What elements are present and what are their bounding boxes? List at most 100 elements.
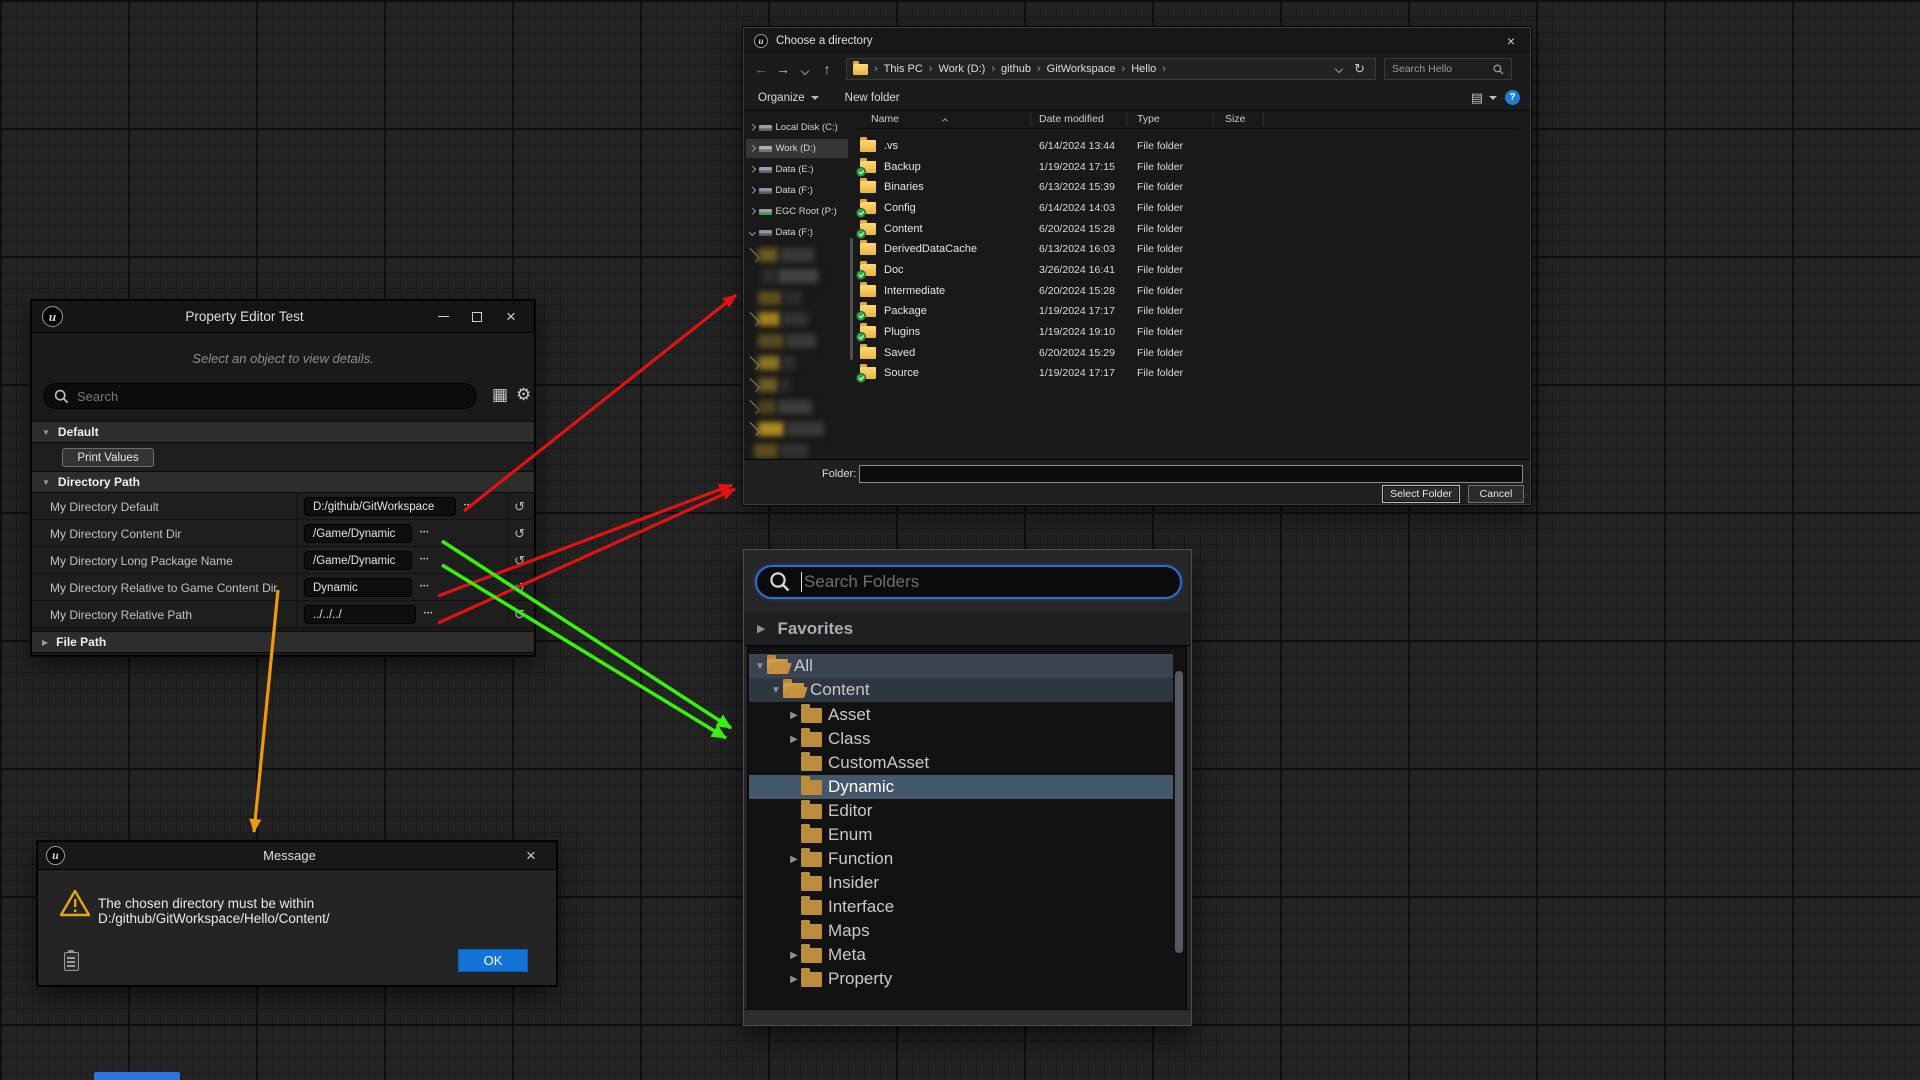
file-row[interactable]: Doc 3/26/2024 16:41 File folder	[857, 261, 1519, 280]
file-row[interactable]: Backup 1/19/2024 17:15 File folder	[857, 158, 1519, 177]
resize-grip[interactable]: ⋰	[1520, 493, 1528, 502]
forward-icon[interactable]: →	[772, 61, 794, 77]
file-row[interactable]: Saved 6/20/2024 15:29 File folder	[857, 344, 1519, 363]
property-value-field[interactable]: /Game/Dynamic	[304, 551, 412, 570]
tree-item-property[interactable]: ▶ Property	[749, 967, 1173, 991]
tree-item-all[interactable]: ▼ All	[749, 654, 1173, 678]
sidebar-item-data-e[interactable]: Data (E:)	[746, 160, 848, 179]
tree-scrollbar[interactable]	[1175, 671, 1183, 953]
redacted-folder-item[interactable]	[750, 376, 846, 394]
column-header-type[interactable]: Type	[1137, 113, 1160, 125]
sidebar-scrollbar[interactable]	[850, 238, 853, 360]
up-icon[interactable]: ↑	[816, 61, 838, 77]
section-header-directory-path[interactable]: ▼ Directory Path	[32, 471, 534, 493]
display-filter-icon[interactable]: ▦	[492, 385, 508, 405]
tree-item-insider[interactable]: Insider	[749, 871, 1173, 895]
search-input[interactable]: Search	[43, 383, 477, 409]
print-values-button[interactable]: Print Values	[62, 448, 154, 467]
redacted-folder-item[interactable]	[750, 354, 846, 372]
column-resizer[interactable]	[1263, 112, 1264, 127]
chevron-right-icon[interactable]: ▶	[787, 854, 801, 865]
ok-button[interactable]: OK	[458, 949, 528, 972]
browse-ellipsis-button[interactable]: •••	[424, 611, 433, 617]
tree-item-interface[interactable]: Interface	[749, 895, 1173, 919]
tree-item-function[interactable]: ▶ Function	[749, 847, 1173, 871]
tree-item-meta[interactable]: ▶ Meta	[749, 943, 1173, 967]
column-header-size[interactable]: Size	[1225, 113, 1245, 125]
tree-item-dynamic[interactable]: Dynamic	[749, 775, 1173, 799]
column-header-date-modified[interactable]: Date modified	[1039, 113, 1104, 125]
column-header-name[interactable]: Name	[871, 113, 899, 125]
property-value-field[interactable]: /Game/Dynamic	[304, 524, 412, 543]
chevron-right-icon[interactable]: ▶	[787, 710, 801, 721]
file-row[interactable]: Binaries 6/13/2024 15:39 File folder	[857, 178, 1519, 197]
tree-item-content[interactable]: ▼ Content	[749, 678, 1173, 702]
redacted-folder-item[interactable]	[750, 246, 846, 264]
tree-item-customasset[interactable]: CustomAsset	[749, 751, 1173, 775]
browse-ellipsis-button[interactable]: •••	[464, 503, 473, 509]
reset-to-default-icon[interactable]: ↺	[514, 553, 525, 569]
file-row[interactable]: Package 1/19/2024 17:17 File folder	[857, 302, 1519, 321]
chevron-right-icon[interactable]: ▶	[787, 734, 801, 745]
message-titlebar[interactable]: u Message ×	[38, 842, 556, 870]
reset-to-default-icon[interactable]: ↺	[514, 580, 525, 596]
redacted-folder-item[interactable]	[750, 398, 846, 416]
section-header-file-path[interactable]: ▶ File Path	[32, 631, 534, 653]
property-value-field[interactable]: Dynamic	[304, 578, 412, 597]
recent-locations-icon[interactable]	[794, 61, 816, 77]
chevron-right-icon[interactable]: ▶	[787, 974, 801, 985]
redacted-folder-item[interactable]	[750, 332, 846, 350]
sidebar-item-data-f-expanded[interactable]: Data (F:)	[746, 223, 848, 242]
back-icon[interactable]: ←	[750, 61, 772, 77]
refresh-icon[interactable]: ↻	[1354, 61, 1365, 77]
breadcrumb-gitworkspace[interactable]: GitWorkspace	[1047, 63, 1116, 75]
address-dropdown-icon[interactable]	[1335, 65, 1343, 73]
property-editor-titlebar[interactable]: u Property Editor Test ×	[32, 301, 534, 333]
browse-ellipsis-button[interactable]: •••	[420, 557, 429, 563]
reset-to-default-icon[interactable]: ↺	[514, 499, 525, 515]
tree-item-class[interactable]: ▶ Class	[749, 727, 1173, 751]
column-resizer[interactable]	[1126, 112, 1127, 127]
file-row[interactable]: DerivedDataCache 6/13/2024 16:03 File fo…	[857, 240, 1519, 259]
breadcrumb-this-pc[interactable]: This PC	[884, 63, 923, 75]
chevron-down-icon[interactable]: ▼	[753, 661, 767, 672]
column-resizer[interactable]	[1030, 112, 1031, 127]
redacted-folder-item[interactable]	[750, 289, 846, 307]
browse-ellipsis-button[interactable]: •••	[420, 584, 429, 590]
organize-button[interactable]: Organize	[758, 92, 819, 104]
column-resizer[interactable]	[1213, 112, 1214, 127]
favorites-section[interactable]: ▶ Favorites	[744, 612, 1191, 646]
close-button[interactable]: ×	[1496, 31, 1526, 51]
dialog-titlebar[interactable]: u Choose a directory ×	[744, 28, 1530, 53]
tree-item-maps[interactable]: Maps	[749, 919, 1173, 943]
cancel-button[interactable]: Cancel	[1468, 485, 1524, 503]
file-row[interactable]: Content 6/20/2024 15:28 File folder	[857, 220, 1519, 239]
browse-ellipsis-button[interactable]: •••	[420, 530, 429, 536]
new-folder-button[interactable]: New folder	[845, 92, 900, 104]
sidebar-item-work-d[interactable]: Work (D:)	[746, 139, 848, 158]
search-input[interactable]: Search Hello	[1384, 58, 1512, 80]
chevron-down-icon[interactable]: ▼	[769, 685, 783, 696]
tree-item-asset[interactable]: ▶ Asset	[749, 703, 1173, 727]
file-row[interactable]: Config 6/14/2024 14:03 File folder	[857, 199, 1519, 218]
section-header-default[interactable]: ▼ Default	[32, 421, 534, 443]
chevron-right-icon[interactable]: ▶	[787, 950, 801, 961]
help-icon[interactable]: ?	[1505, 90, 1520, 105]
view-mode-button[interactable]: ▤	[1471, 90, 1497, 106]
file-row[interactable]: Plugins 1/19/2024 19:10 File folder	[857, 323, 1519, 342]
redacted-folder-item[interactable]	[750, 310, 846, 328]
sidebar-item-data-f[interactable]: Data (F:)	[746, 181, 848, 200]
breadcrumb[interactable]: › This PC › Work (D:) › github › GitWork…	[846, 58, 1376, 80]
file-row[interactable]: .vs 6/14/2024 13:44 File folder	[857, 137, 1519, 156]
reset-to-default-icon[interactable]: ↺	[514, 607, 525, 623]
property-value-field[interactable]: D:/github/GitWorkspace	[304, 497, 456, 516]
close-button[interactable]: ×	[494, 305, 528, 329]
sidebar-item-egc-root-p[interactable]: EGC Root (P:)	[746, 202, 848, 221]
file-row[interactable]: Intermediate 6/20/2024 15:28 File folder	[857, 282, 1519, 301]
minimize-button[interactable]	[426, 305, 460, 329]
breadcrumb-work-d[interactable]: Work (D:)	[938, 63, 985, 75]
redacted-folder-item[interactable]	[750, 442, 846, 460]
breadcrumb-hello[interactable]: Hello	[1131, 63, 1156, 75]
reset-to-default-icon[interactable]: ↺	[514, 526, 525, 542]
breadcrumb-github[interactable]: github	[1001, 63, 1031, 75]
